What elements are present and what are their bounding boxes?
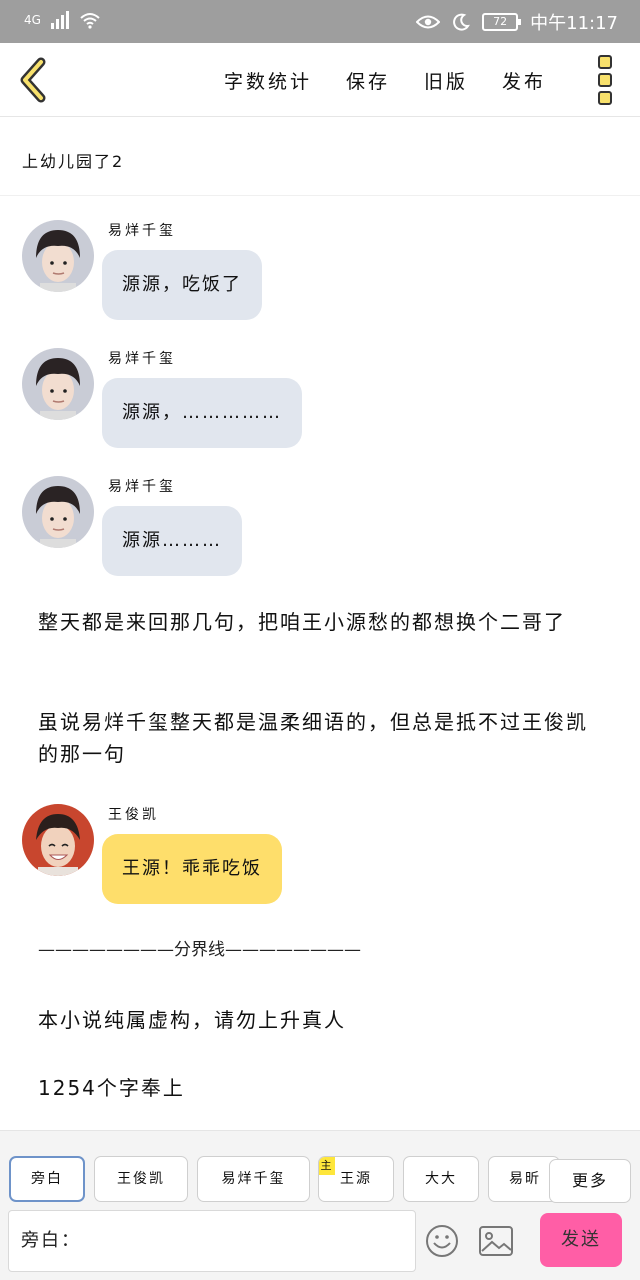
avatar-wjk (22, 804, 94, 876)
chapter-title-row[interactable]: 上幼儿园了2 (0, 118, 640, 196)
avatar-yyqx (22, 220, 94, 292)
avatar-yyqx (22, 348, 94, 420)
message-bubble[interactable]: 源源，吃饭了 (102, 250, 262, 320)
role-chip-narrator[interactable]: 旁白 (9, 1156, 85, 1202)
send-button[interactable]: 发送 (540, 1213, 622, 1267)
message-bubble[interactable]: 源源，…………… (102, 378, 302, 448)
moon-icon (453, 13, 471, 31)
wifi-icon (80, 13, 100, 29)
word-count-note[interactable]: 1254个字奉上 (38, 1072, 608, 1104)
toolbar-actions: 字数统计 保存 旧版 发布 (224, 67, 546, 94)
speaker-name: 王俊凯 (108, 807, 159, 823)
message-bubble[interactable]: 源源……… (102, 506, 242, 576)
divider-line: ————————分界线———————— (38, 940, 361, 960)
image-icon[interactable] (478, 1225, 514, 1257)
word-count-button[interactable]: 字数统计 (224, 67, 312, 94)
message-bubble[interactable]: 王源！乖乖吃饭 (102, 834, 282, 904)
role-chip-wy[interactable]: 主 王源 (318, 1156, 394, 1202)
eye-icon (416, 15, 441, 29)
status-bar: 4G 72 中午11:17 (0, 0, 640, 43)
status-right: 72 中午11:17 (416, 9, 618, 35)
speaker-name: 易烊千玺 (108, 223, 176, 239)
chapter-title: 上幼儿园了2 (22, 152, 125, 171)
editor-toolbar: 字数统计 保存 旧版 发布 (0, 43, 640, 117)
role-chip-label: 王源 (340, 1171, 372, 1187)
old-version-button[interactable]: 旧版 (424, 67, 468, 94)
back-chevron-icon[interactable] (16, 57, 52, 103)
publish-button[interactable]: 发布 (502, 67, 546, 94)
emoji-icon[interactable] (424, 1223, 460, 1259)
more-menu-icon[interactable] (598, 55, 614, 105)
speaker-name: 易烊千玺 (108, 479, 176, 495)
story-content: 易烊千玺 源源，吃饭了 易烊千玺 源源，…………… 易烊千玺 源源……… 整天都… (0, 196, 640, 1130)
save-button[interactable]: 保存 (346, 67, 390, 94)
role-chip-dada[interactable]: 大大 (403, 1156, 479, 1202)
disclaimer-paragraph[interactable]: 本小说纯属虚构，请勿上升真人 (38, 1004, 608, 1036)
network-label: 4G (24, 13, 41, 27)
dialogue-input[interactable]: 旁白： (8, 1210, 416, 1272)
status-left: 4G (24, 11, 101, 29)
narration-paragraph[interactable]: 虽说易烊千玺整天都是温柔细语的，但总是抵不过王俊凯的那一句 (38, 706, 608, 770)
signal-icon (50, 11, 69, 29)
role-input-bar: 旁白 王俊凯 易烊千玺 主 王源 大大 易昕 更多 旁白： 发送 (0, 1130, 640, 1280)
more-roles-button[interactable]: 更多 (549, 1159, 631, 1203)
role-chip-yyqx[interactable]: 易烊千玺 (197, 1156, 310, 1202)
clock: 中午11:17 (530, 13, 618, 34)
main-role-badge: 主 (319, 1157, 335, 1175)
role-chip-wjk[interactable]: 王俊凯 (94, 1156, 188, 1202)
speaker-name: 易烊千玺 (108, 351, 176, 367)
battery-icon: 72 (482, 13, 522, 31)
narration-paragraph[interactable]: 整天都是来回那几句，把咱王小源愁的都想换个二哥了 (38, 606, 608, 638)
avatar-yyqx (22, 476, 94, 548)
